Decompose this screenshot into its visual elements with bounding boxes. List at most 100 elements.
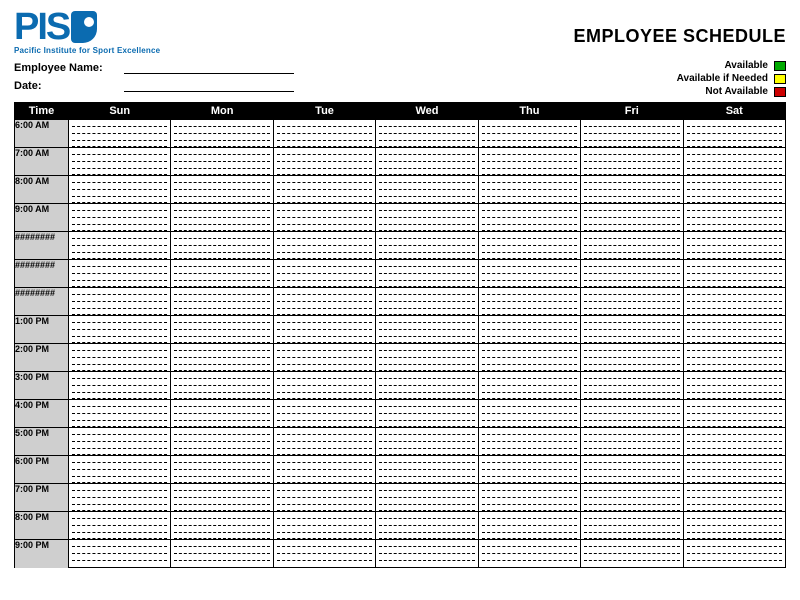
- schedule-cell[interactable]: [478, 400, 580, 407]
- schedule-cell[interactable]: [478, 498, 580, 505]
- schedule-cell[interactable]: [171, 519, 273, 526]
- schedule-cell[interactable]: [376, 505, 478, 512]
- schedule-cell[interactable]: [478, 218, 580, 225]
- schedule-cell[interactable]: [376, 253, 478, 260]
- schedule-cell[interactable]: [581, 281, 683, 288]
- schedule-cell[interactable]: [478, 484, 580, 491]
- schedule-cell[interactable]: [171, 218, 273, 225]
- schedule-cell[interactable]: [376, 267, 478, 274]
- schedule-cell[interactable]: [478, 274, 580, 281]
- schedule-cell[interactable]: [478, 428, 580, 435]
- schedule-cell[interactable]: [273, 288, 375, 295]
- schedule-cell[interactable]: [273, 386, 375, 393]
- schedule-cell[interactable]: [69, 351, 171, 358]
- schedule-cell[interactable]: [376, 526, 478, 533]
- schedule-cell[interactable]: [581, 526, 683, 533]
- schedule-cell[interactable]: [171, 120, 273, 127]
- schedule-cell[interactable]: [683, 407, 785, 414]
- schedule-cell[interactable]: [683, 211, 785, 218]
- schedule-cell[interactable]: [273, 141, 375, 148]
- schedule-cell[interactable]: [273, 428, 375, 435]
- schedule-cell[interactable]: [478, 120, 580, 127]
- schedule-cell[interactable]: [69, 169, 171, 176]
- schedule-cell[interactable]: [273, 190, 375, 197]
- schedule-cell[interactable]: [171, 225, 273, 232]
- schedule-cell[interactable]: [171, 379, 273, 386]
- schedule-cell[interactable]: [683, 400, 785, 407]
- schedule-cell[interactable]: [683, 554, 785, 561]
- schedule-cell[interactable]: [478, 512, 580, 519]
- schedule-cell[interactable]: [478, 477, 580, 484]
- schedule-cell[interactable]: [683, 344, 785, 351]
- schedule-cell[interactable]: [376, 218, 478, 225]
- schedule-cell[interactable]: [171, 372, 273, 379]
- schedule-cell[interactable]: [478, 232, 580, 239]
- schedule-cell[interactable]: [683, 225, 785, 232]
- schedule-cell[interactable]: [376, 547, 478, 554]
- schedule-cell[interactable]: [69, 498, 171, 505]
- schedule-cell[interactable]: [376, 498, 478, 505]
- schedule-cell[interactable]: [683, 218, 785, 225]
- schedule-cell[interactable]: [683, 393, 785, 400]
- schedule-cell[interactable]: [273, 484, 375, 491]
- schedule-cell[interactable]: [478, 351, 580, 358]
- schedule-cell[interactable]: [273, 211, 375, 218]
- schedule-cell[interactable]: [683, 176, 785, 183]
- schedule-cell[interactable]: [273, 218, 375, 225]
- schedule-cell[interactable]: [478, 505, 580, 512]
- schedule-cell[interactable]: [273, 246, 375, 253]
- schedule-cell[interactable]: [683, 190, 785, 197]
- schedule-cell[interactable]: [478, 547, 580, 554]
- schedule-cell[interactable]: [69, 162, 171, 169]
- schedule-cell[interactable]: [171, 274, 273, 281]
- schedule-cell[interactable]: [376, 386, 478, 393]
- schedule-cell[interactable]: [581, 148, 683, 155]
- schedule-cell[interactable]: [273, 540, 375, 547]
- schedule-cell[interactable]: [581, 498, 683, 505]
- schedule-cell[interactable]: [376, 414, 478, 421]
- schedule-cell[interactable]: [581, 162, 683, 169]
- schedule-cell[interactable]: [273, 204, 375, 211]
- schedule-cell[interactable]: [171, 337, 273, 344]
- schedule-cell[interactable]: [69, 456, 171, 463]
- schedule-cell[interactable]: [581, 337, 683, 344]
- schedule-cell[interactable]: [171, 176, 273, 183]
- schedule-cell[interactable]: [478, 148, 580, 155]
- schedule-cell[interactable]: [581, 386, 683, 393]
- schedule-cell[interactable]: [683, 197, 785, 204]
- schedule-cell[interactable]: [581, 470, 683, 477]
- schedule-cell[interactable]: [478, 155, 580, 162]
- schedule-cell[interactable]: [376, 519, 478, 526]
- schedule-cell[interactable]: [478, 365, 580, 372]
- schedule-cell[interactable]: [171, 267, 273, 274]
- schedule-cell[interactable]: [69, 386, 171, 393]
- schedule-cell[interactable]: [69, 197, 171, 204]
- schedule-cell[interactable]: [683, 316, 785, 323]
- schedule-cell[interactable]: [376, 512, 478, 519]
- schedule-cell[interactable]: [376, 197, 478, 204]
- schedule-cell[interactable]: [376, 463, 478, 470]
- schedule-cell[interactable]: [376, 162, 478, 169]
- schedule-cell[interactable]: [581, 449, 683, 456]
- schedule-cell[interactable]: [376, 351, 478, 358]
- schedule-cell[interactable]: [683, 477, 785, 484]
- schedule-cell[interactable]: [171, 540, 273, 547]
- schedule-cell[interactable]: [581, 232, 683, 239]
- schedule-cell[interactable]: [478, 239, 580, 246]
- schedule-cell[interactable]: [273, 421, 375, 428]
- schedule-cell[interactable]: [478, 337, 580, 344]
- schedule-cell[interactable]: [273, 463, 375, 470]
- schedule-cell[interactable]: [683, 365, 785, 372]
- schedule-cell[interactable]: [581, 491, 683, 498]
- schedule-cell[interactable]: [171, 456, 273, 463]
- schedule-cell[interactable]: [478, 526, 580, 533]
- schedule-cell[interactable]: [478, 435, 580, 442]
- schedule-cell[interactable]: [683, 155, 785, 162]
- schedule-cell[interactable]: [273, 281, 375, 288]
- schedule-cell[interactable]: [376, 155, 478, 162]
- schedule-cell[interactable]: [273, 491, 375, 498]
- schedule-cell[interactable]: [273, 351, 375, 358]
- schedule-cell[interactable]: [683, 372, 785, 379]
- schedule-cell[interactable]: [376, 239, 478, 246]
- schedule-cell[interactable]: [683, 526, 785, 533]
